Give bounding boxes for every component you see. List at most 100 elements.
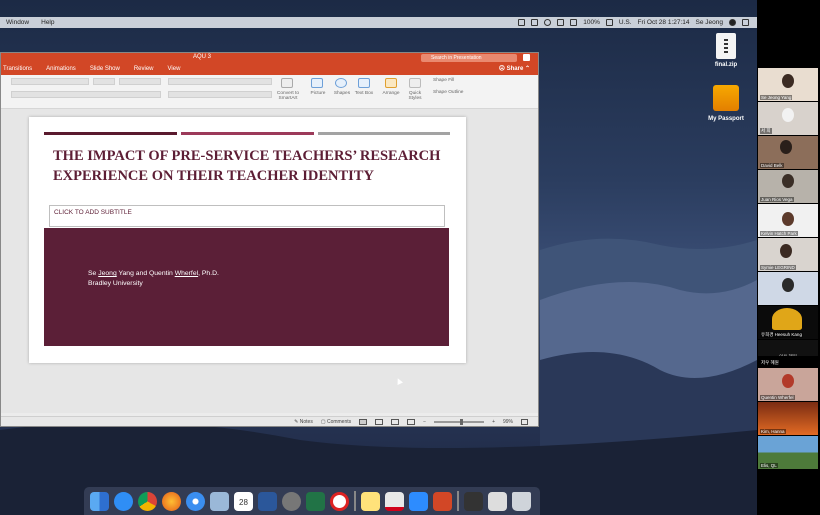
account-icon[interactable] [523, 54, 530, 61]
chrome-icon[interactable] [138, 491, 157, 511]
author-panel[interactable]: Se Jeong Yang and Quentin Wherfel, Ph.D.… [44, 228, 449, 346]
menu-window[interactable]: Window [0, 19, 35, 26]
notification-center-icon[interactable] [742, 19, 749, 26]
safari-icon[interactable] [186, 491, 205, 511]
siri-icon[interactable] [729, 19, 736, 26]
battery-level[interactable]: 100% [583, 19, 600, 26]
participant-tile[interactable]: Elis, QL [758, 436, 818, 469]
participant-tile[interactable]: 유희경 Heesuh Kang [758, 306, 818, 339]
picture-icon[interactable] [311, 78, 323, 88]
participant-name: Symie LEGRIND [760, 265, 796, 270]
desktop-icon-my-passport[interactable]: My Passport [696, 85, 756, 122]
slide-sorter-icon[interactable] [375, 419, 384, 425]
desktop-icon-label: final.zip [714, 62, 738, 68]
menubar-user[interactable]: Se Jeong [696, 19, 723, 26]
acrobat-icon[interactable] [385, 491, 404, 511]
tab-view[interactable]: View [168, 66, 181, 72]
excel-icon[interactable] [306, 491, 325, 511]
input-locale[interactable]: U.S. [619, 19, 632, 26]
participant-tile[interactable] [758, 272, 818, 305]
participant-name: 서 희 [760, 128, 772, 134]
firefox-icon[interactable] [162, 491, 181, 511]
arrange-icon[interactable] [385, 78, 397, 88]
slide[interactable]: THE IMPACT OF PRE-SERVICE TEACHERS’ RESE… [29, 117, 466, 363]
shape-outline-label[interactable]: Shape Outline [433, 90, 483, 95]
zoom-out-button[interactable]: − [423, 419, 426, 425]
normal-view-icon[interactable] [359, 419, 368, 425]
font-size-select[interactable] [93, 78, 115, 85]
quick-styles-label[interactable]: Quick Styles [403, 91, 427, 101]
shapes-label[interactable]: Shapes [330, 91, 354, 96]
no-entry-icon[interactable] [330, 491, 349, 511]
subtitle-placeholder[interactable]: CLICK TO ADD SUBTITLE [49, 205, 445, 227]
author-text[interactable]: Se Jeong Yang and Quentin Wherfel, Ph.D.… [88, 269, 219, 289]
comments-button[interactable]: ▢ Comments [321, 419, 351, 425]
slide-title[interactable]: THE IMPACT OF PRE-SERVICE TEACHERS’ RESE… [53, 147, 453, 186]
gallery-icon[interactable] [488, 491, 507, 511]
font-format-buttons[interactable] [11, 91, 161, 98]
fit-slide-icon[interactable] [521, 419, 528, 425]
menubar-clock[interactable]: Fri Oct 28 1:27:14 [638, 19, 690, 26]
quick-styles-icon[interactable] [409, 78, 421, 88]
shapes-icon[interactable] [335, 78, 347, 88]
menu-help[interactable]: Help [35, 19, 60, 26]
participant-name: David Belk [760, 163, 784, 168]
subtitle-placeholder-text: CLICK TO ADD SUBTITLE [54, 209, 132, 216]
finder-icon[interactable] [90, 491, 109, 511]
font-name-select[interactable] [11, 78, 89, 85]
zoom-slider[interactable] [434, 419, 485, 425]
accent-bar-2 [181, 132, 314, 135]
paragraph-buttons[interactable] [168, 78, 272, 85]
trash-icon[interactable] [512, 491, 531, 511]
preview-icon[interactable] [210, 491, 229, 511]
alignment-buttons[interactable] [168, 91, 272, 98]
window-title-bar[interactable]: AQU 3 Search in Presentation [1, 53, 538, 63]
notes-icon[interactable] [361, 491, 380, 511]
participant-tile[interactable]: Juan Rios Vega [758, 170, 818, 203]
screen-share-icon[interactable] [518, 19, 526, 26]
participant-name: 유희경 Heesuh Kang [760, 332, 803, 338]
zoom-in-button[interactable]: + [492, 419, 495, 425]
picture-label[interactable]: Picture [306, 91, 330, 96]
participant-tile[interactable]: David Belk [758, 136, 818, 169]
bluetooth-icon[interactable] [557, 19, 565, 26]
shape-fill-label[interactable]: Shape Fill [433, 78, 473, 83]
zoom-tray-icon[interactable] [531, 19, 539, 26]
tab-slide-show[interactable]: Slide Show [90, 66, 120, 72]
powerpoint-icon[interactable] [433, 491, 452, 511]
participant-tile[interactable]: Symie LEGRIND [758, 238, 818, 271]
system-prefs-icon[interactable] [282, 491, 301, 511]
participant-tile[interactable]: Se Jeong Yang [758, 68, 818, 101]
app-store-icon[interactable] [114, 491, 133, 511]
zoom-level[interactable]: 99% [503, 419, 513, 425]
wifi-icon[interactable] [544, 19, 552, 26]
font-size-buttons[interactable] [119, 78, 161, 85]
notes-button[interactable]: ✎ Notes [294, 419, 313, 425]
word-icon[interactable] [258, 491, 277, 511]
tab-transitions[interactable]: Transitions [3, 66, 32, 72]
tab-review[interactable]: Review [134, 66, 154, 72]
participant-name: Kim, Hanna [760, 429, 786, 434]
reading-view-icon[interactable] [391, 419, 400, 425]
text-box-label[interactable]: Text Box [353, 91, 375, 96]
participant-tile[interactable]: Quentin Wherfel [758, 368, 818, 401]
participant-tile[interactable]: Kelvin Hatch Park [758, 204, 818, 237]
text-box-icon[interactable] [358, 78, 370, 88]
search-input[interactable]: Search in Presentation [421, 54, 517, 62]
slide-canvas: THE IMPACT OF PRE-SERVICE TEACHERS’ RESE… [1, 109, 538, 413]
screenshot-icon[interactable] [464, 491, 483, 511]
participant-tile[interactable]: 서 희 [758, 102, 818, 135]
slideshow-icon[interactable] [407, 419, 416, 425]
arrange-label[interactable]: Arrange [379, 91, 403, 96]
desktop-icon-final-zip[interactable]: final.zip [696, 33, 756, 68]
calendar-icon[interactable]: 28 [234, 491, 253, 511]
zoom-icon[interactable] [409, 491, 428, 511]
share-button[interactable]: ☹ Share ⌃ [499, 65, 530, 72]
tab-animations[interactable]: Animations [46, 66, 76, 72]
convert-smartart-label[interactable]: Convert to SmartArt [271, 91, 305, 101]
participant-name: Elis, QL [760, 463, 778, 468]
participant-tile[interactable]: Kim, Hanna [758, 402, 818, 435]
smartart-icon[interactable] [281, 78, 293, 88]
desktop-icon-label: My Passport [708, 116, 744, 122]
volume-icon[interactable] [570, 19, 578, 26]
